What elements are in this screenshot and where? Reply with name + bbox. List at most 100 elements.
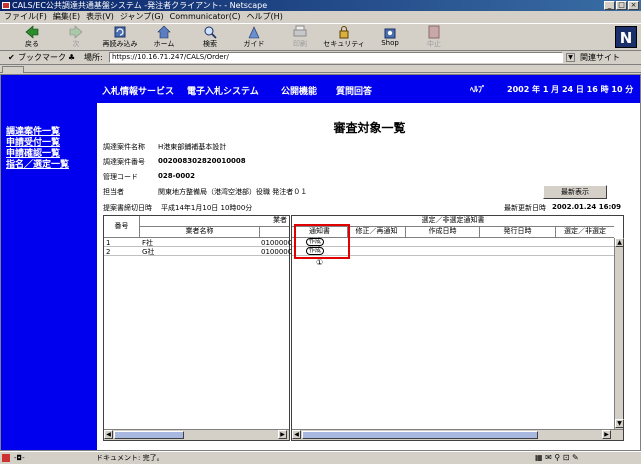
vendor-group-header: 業者: [140, 216, 289, 227]
connection-icon[interactable]: -◘-: [14, 452, 25, 464]
location-bar: ✔ ブックマーク ♣ 場所: https://10.16.71.247/CALS…: [0, 51, 641, 65]
search-button[interactable]: 検索: [188, 25, 232, 51]
menu-jump[interactable]: ジャンプ(G): [120, 11, 164, 23]
window-title: CALS/EC公共調達共通基盤システム -発注者クライアント- - Netsca…: [12, 1, 268, 10]
print-label: 印刷: [293, 40, 307, 48]
status-bar: -◘- ドキュメント: 完了。 ▦ ✉ ⚲ ⊡ ✎: [0, 451, 641, 463]
row-vendor-name: F社: [142, 239, 154, 247]
shop-button[interactable]: Shop: [368, 25, 412, 51]
toolbar-grip-strip: [0, 65, 641, 73]
scroll-right-arrow-icon[interactable]: ▶: [602, 430, 611, 439]
mgmt-code-label: 管理コード: [103, 173, 138, 181]
component-bar-icons[interactable]: ▦ ✉ ⚲ ⊡ ✎: [535, 452, 579, 464]
col-name-header: 業者名称: [140, 227, 260, 238]
left-horizontal-scrollbar[interactable]: ◀ ▶: [104, 429, 289, 440]
menu-view[interactable]: 表示(V): [86, 11, 114, 23]
refresh-button[interactable]: 最新表示: [543, 185, 607, 199]
sidebar-item-selection-list[interactable]: 指名／選定一覧: [6, 157, 69, 170]
minimize-button[interactable]: _: [604, 1, 615, 10]
row-no: 1: [106, 239, 111, 247]
page-proxy-icon[interactable]: ♣: [68, 51, 75, 64]
scroll-left-arrow-icon[interactable]: ◀: [292, 430, 301, 439]
menu-bar: ファイル(F) 編集(E) 表示(V) ジャンプ(G) Communicator…: [0, 11, 641, 23]
back-arrow-icon: [25, 25, 39, 39]
last-update-value: 2002.01.24 16:09: [552, 203, 622, 211]
menu-file[interactable]: ファイル(F): [4, 11, 47, 23]
table-row[interactable]: 2 G社 0100000: [104, 247, 293, 256]
scroll-left-arrow-icon[interactable]: ◀: [104, 430, 113, 439]
page-title: 審査対象一覧: [333, 121, 406, 135]
toolbar-grip-tab[interactable]: [2, 66, 24, 73]
col-revise-header: 修正／再通知: [348, 227, 406, 238]
search-label: 検索: [203, 40, 217, 48]
row-no: 2: [106, 248, 111, 256]
current-date-time: 2002 年 1 月 24 日 16 時 10 分: [507, 85, 634, 94]
printer-icon: [293, 25, 307, 37]
back-button[interactable]: 戻る: [10, 25, 54, 51]
close-button[interactable]: ×: [628, 1, 639, 10]
col-created-header: 作成日時: [406, 227, 480, 238]
mgmt-code: 028-0002: [158, 172, 195, 180]
menu-communicator[interactable]: Communicator(C): [170, 11, 241, 23]
table-row[interactable]: 1 F社 0100000: [104, 238, 293, 247]
menu-help[interactable]: ヘルプ(H): [247, 11, 283, 23]
page-content: 調達案件一覧 申請受付一覧 申請確認一覧 指名／選定一覧 入札情報サービス 電子…: [0, 74, 641, 451]
nav-bid-info[interactable]: 入札情報サービス: [102, 84, 174, 97]
case-name: H港東部鋪補基本設計: [158, 143, 227, 151]
guide-icon: [248, 26, 260, 39]
status-text: ドキュメント: 完了。: [96, 454, 164, 462]
stop-button[interactable]: 中止: [412, 25, 456, 51]
netscape-logo[interactable]: N: [615, 26, 637, 48]
case-no: 002008302820010008: [158, 157, 246, 165]
nav-qa[interactable]: 質問回答: [336, 84, 372, 97]
maximize-button[interactable]: □: [616, 1, 627, 10]
right-horizontal-scrollbar[interactable]: ◀ ▶: [292, 429, 623, 440]
case-name-label: 調達案件名称: [103, 143, 145, 151]
related-sites-button[interactable]: 関連サイト: [580, 51, 620, 64]
vendor-grid: 番号 業者 業者名称 1 F社 0100000 2 G社 0100000 ◀ ▶: [103, 215, 293, 441]
print-button[interactable]: 印刷: [278, 25, 322, 51]
annotation-marker: ①: [316, 258, 324, 267]
col-issued-header: 発行日時: [480, 227, 556, 238]
row-vendor-name: G社: [142, 248, 155, 256]
url-input[interactable]: https://10.16.71.247/CALS/Order/: [109, 52, 563, 63]
forward-label: 次: [72, 40, 80, 48]
forward-arrow-icon: [69, 25, 83, 39]
nav-help[interactable]: ﾍﾙﾌﾟ: [470, 84, 486, 95]
reload-button[interactable]: 再読み込み: [98, 25, 142, 51]
last-update-label: 最新更新日時: [504, 204, 546, 212]
bookmarks-button[interactable]: ブックマーク: [18, 51, 66, 64]
scroll-up-arrow-icon[interactable]: ▲: [615, 238, 624, 247]
menu-edit[interactable]: 編集(E): [53, 11, 80, 23]
app-icon: [2, 2, 10, 9]
stop-icon: [428, 25, 440, 39]
bookmark-icon[interactable]: ✔: [8, 51, 15, 64]
home-icon: [157, 25, 171, 39]
reload-icon: [114, 26, 126, 38]
lock-status-icon[interactable]: [2, 454, 10, 462]
scroll-down-arrow-icon[interactable]: ▼: [615, 419, 624, 428]
lock-icon: [339, 26, 349, 39]
reload-label: 再読み込み: [102, 40, 138, 48]
deadline-label: 提案書締切日時: [103, 204, 152, 212]
scroll-right-arrow-icon[interactable]: ▶: [278, 430, 287, 439]
home-button[interactable]: ホーム: [142, 25, 186, 51]
right-vertical-scrollbar[interactable]: ▲ ▼: [614, 238, 624, 429]
person-label: 担当者: [103, 188, 124, 196]
row-vendor-code: 0100000: [261, 248, 293, 256]
guide-label: ガイド: [243, 40, 265, 48]
forward-button[interactable]: 次: [54, 25, 98, 51]
security-button[interactable]: セキュリティ: [322, 25, 366, 51]
person-name: 関東地方整備局（港湾空港部）役職 発注者０１: [158, 188, 308, 196]
url-dropdown-arrow[interactable]: ▼: [566, 53, 575, 62]
scroll-thumb[interactable]: [114, 431, 184, 439]
home-label: ホーム: [153, 40, 175, 48]
nav-e-bidding[interactable]: 電子入札システム: [187, 84, 259, 97]
row-vendor-code: 0100000: [261, 239, 293, 247]
shop-icon: [384, 28, 396, 39]
col-selection-header: 選定／非選定: [556, 227, 614, 238]
scroll-thumb[interactable]: [302, 431, 538, 439]
nav-public[interactable]: 公開機能: [281, 84, 317, 97]
guide-button[interactable]: ガイド: [232, 25, 276, 51]
deadline-value: 平成14年1月10日 10時00分: [161, 204, 253, 212]
